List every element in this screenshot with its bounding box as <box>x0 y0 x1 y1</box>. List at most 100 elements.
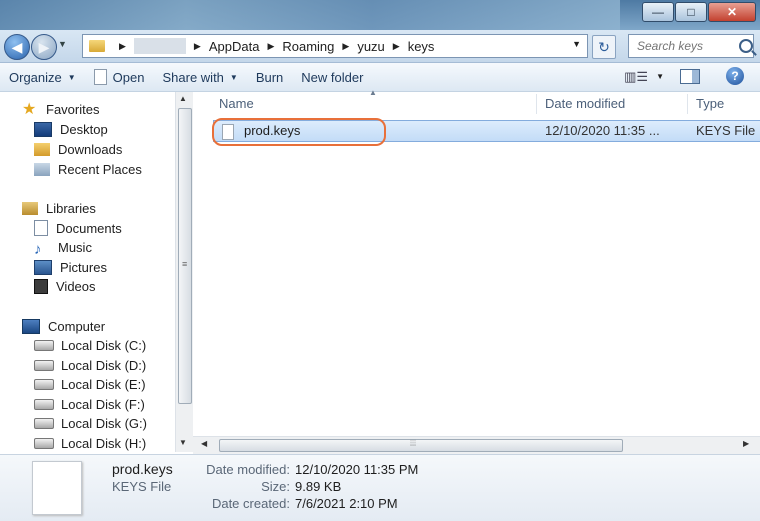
nav-computer-label: Computer <box>48 318 106 334</box>
command-bar: Organize ▼ Open Share with ▼ Burn New fo… <box>0 63 760 92</box>
nav-videos[interactable]: Videos <box>34 277 96 295</box>
breadcrumb-yuzu[interactable]: yuzu <box>357 39 384 54</box>
drive-icon <box>34 398 54 410</box>
burn-button[interactable]: Burn <box>247 64 292 90</box>
organize-button[interactable]: Organize ▼ <box>0 64 85 90</box>
chevron-right-icon[interactable]: ▶ <box>342 41 349 52</box>
chevron-right-icon[interactable]: ▶ <box>393 41 400 52</box>
computer-icon <box>22 318 40 334</box>
drive-icon <box>34 378 54 390</box>
column-header-name[interactable]: Name <box>219 92 254 114</box>
nav-drive-g-label: Local Disk (G:) <box>61 415 147 431</box>
scroll-right-icon[interactable]: ▶ <box>743 439 749 448</box>
nav-libraries[interactable]: Libraries <box>22 199 96 217</box>
minimize-button[interactable]: — <box>642 2 674 22</box>
search-box[interactable] <box>628 34 754 58</box>
nav-drive-d-label: Local Disk (D:) <box>61 357 147 373</box>
nav-desktop[interactable]: Desktop <box>34 120 108 138</box>
forward-button[interactable]: ▶ <box>31 34 57 60</box>
folder-icon <box>89 40 105 52</box>
nav-drive-e[interactable]: Local Disk (E:) <box>34 375 146 393</box>
nav-drive-c-label: Local Disk (C:) <box>61 337 147 353</box>
share-with-button[interactable]: Share with ▼ <box>153 64 246 90</box>
highlight-annotation <box>212 118 386 146</box>
nav-drive-g[interactable]: Local Disk (G:) <box>34 414 147 432</box>
grip-icon: ⦙⦙⦙ <box>410 438 417 448</box>
nav-documents[interactable]: Documents <box>34 219 122 237</box>
navigation-pane-scrollbar[interactable]: ▲ ≡ ▼ <box>175 92 193 452</box>
help-button[interactable]: ? <box>726 67 744 85</box>
videos-icon <box>34 278 48 294</box>
share-with-label: Share with <box>162 69 224 85</box>
column-divider[interactable] <box>536 94 537 114</box>
nav-drive-d[interactable]: Local Disk (D:) <box>34 356 146 374</box>
scrollbar-thumb[interactable]: ⦙⦙⦙ <box>219 438 623 452</box>
scroll-down-icon[interactable]: ▼ <box>179 438 187 447</box>
nav-recent-places[interactable]: Recent Places <box>34 160 142 178</box>
chevron-right-icon[interactable]: ▶ <box>194 41 201 52</box>
column-divider[interactable] <box>687 94 688 114</box>
breadcrumb-roaming[interactable]: Roaming <box>282 39 334 54</box>
details-date-modified: 12/10/2020 11:35 PM <box>295 462 419 477</box>
scrollbar-thumb[interactable]: ≡ <box>178 108 192 404</box>
search-icon[interactable] <box>739 39 753 53</box>
address-bar[interactable]: ▶ ▶ AppData ▶ Roaming ▶ yuzu ▶ keys ▼ <box>82 34 588 58</box>
address-history-chevron-down-icon[interactable]: ▼ <box>572 39 581 49</box>
maximize-button[interactable]: □ <box>675 2 707 22</box>
nav-favorites-label: Favorites <box>46 101 100 117</box>
file-preview-icon <box>32 461 82 515</box>
column-header-date-label: Date modified <box>545 95 626 111</box>
recent-pages-chevron-down-icon[interactable]: ▼ <box>58 39 67 49</box>
nav-desktop-label: Desktop <box>60 121 108 137</box>
nav-pictures-label: Pictures <box>60 259 107 275</box>
chevron-down-icon: ▼ <box>67 72 76 82</box>
horizontal-scrollbar[interactable]: ◀ ⦙⦙⦙ ▶ <box>193 436 760 454</box>
scroll-left-icon[interactable]: ◀ <box>201 439 207 448</box>
refresh-button[interactable]: ↻ <box>592 35 616 59</box>
nav-downloads[interactable]: Downloads <box>34 140 122 158</box>
organize-label: Organize <box>9 69 62 85</box>
nav-documents-label: Documents <box>56 220 122 236</box>
nav-drive-c[interactable]: Local Disk (C:) <box>34 336 146 354</box>
nav-drive-h-label: Local Disk (H:) <box>61 435 147 451</box>
preview-pane-icon[interactable] <box>680 69 700 84</box>
new-folder-button[interactable]: New folder <box>292 64 372 90</box>
back-button[interactable]: ◀ <box>4 34 30 60</box>
details-date-created-label: Date created: <box>211 496 290 511</box>
libraries-icon <box>22 201 38 215</box>
search-input[interactable] <box>629 38 737 54</box>
nav-pictures[interactable]: Pictures <box>34 258 107 276</box>
nav-favorites[interactable]: ★ Favorites <box>22 100 99 118</box>
nav-recent-places-label: Recent Places <box>58 161 142 177</box>
drive-icon <box>34 359 54 371</box>
nav-libraries-label: Libraries <box>46 200 96 216</box>
view-options-chevron-down-icon[interactable]: ▼ <box>656 72 664 81</box>
nav-videos-label: Videos <box>56 278 96 294</box>
close-button[interactable]: ✕ <box>708 2 756 22</box>
column-header-type[interactable]: Type <box>696 92 724 114</box>
nav-drive-f-label: Local Disk (F:) <box>61 396 145 412</box>
scroll-up-icon[interactable]: ▲ <box>179 94 187 103</box>
recent-places-icon <box>34 162 50 176</box>
nav-drive-f[interactable]: Local Disk (F:) <box>34 395 145 413</box>
change-view-icon[interactable]: ▥☰ <box>624 69 648 85</box>
nav-drive-h[interactable]: Local Disk (H:) <box>34 434 146 452</box>
chevron-right-icon[interactable]: ▶ <box>119 41 126 52</box>
breadcrumb-keys[interactable]: keys <box>408 39 435 54</box>
navigation-bar: ◀ ▶ ▼ ▶ ▶ AppData ▶ Roaming ▶ yuzu ▶ key… <box>0 30 760 63</box>
nav-drive-e-label: Local Disk (E:) <box>61 376 146 392</box>
pictures-icon <box>34 259 52 275</box>
system-drive-icon <box>34 339 54 351</box>
chevron-down-icon: ▼ <box>229 72 238 82</box>
title-bar: — □ ✕ <box>0 0 760 30</box>
breadcrumb-appdata[interactable]: AppData <box>209 39 260 54</box>
drive-icon <box>34 417 54 429</box>
chevron-right-icon[interactable]: ▶ <box>267 41 274 52</box>
details-size: 9.89 KB <box>295 479 342 494</box>
nav-computer[interactable]: Computer <box>22 317 105 335</box>
nav-music[interactable]: ♪ Music <box>34 238 92 258</box>
open-button[interactable]: Open <box>85 64 154 90</box>
column-header-name-label: Name <box>219 95 254 111</box>
file-date-cell: 12/10/2020 11:35 ... <box>545 123 660 138</box>
column-header-date-modified[interactable]: Date modified <box>545 92 625 114</box>
